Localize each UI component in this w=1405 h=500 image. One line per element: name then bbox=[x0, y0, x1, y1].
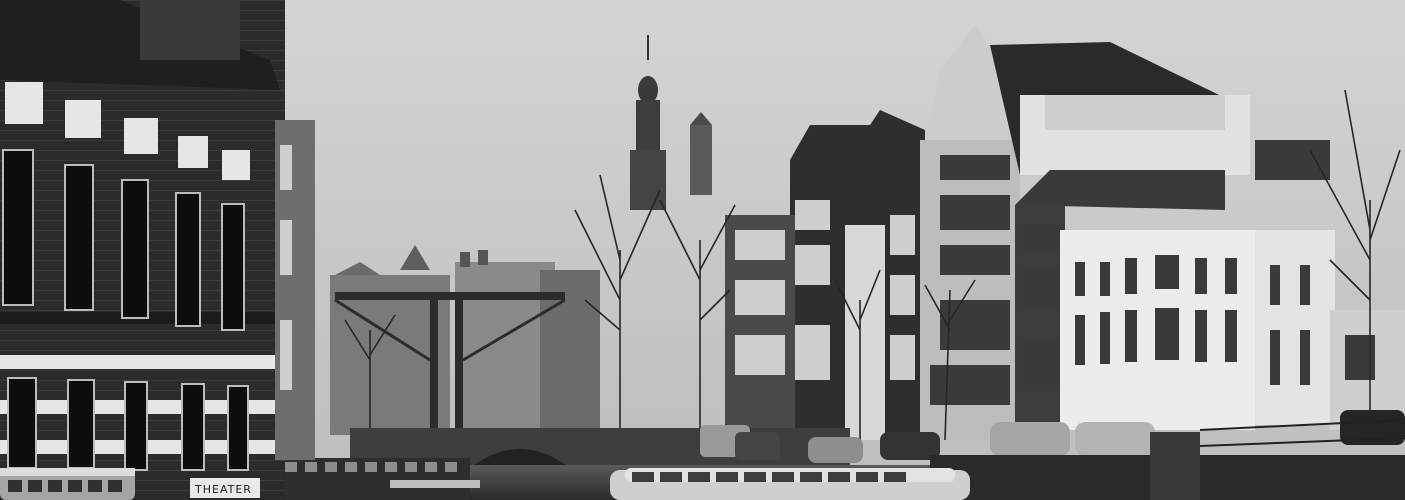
moored-boat-left bbox=[0, 468, 135, 500]
tour-boat bbox=[610, 468, 970, 500]
photo-canvas: THEATER bbox=[0, 0, 1405, 500]
floating-terrace bbox=[275, 458, 480, 500]
theater-sign-text: THEATER bbox=[194, 483, 252, 496]
canal-photo: THEATER bbox=[0, 0, 1405, 500]
left-striped-building: THEATER bbox=[0, 0, 315, 500]
